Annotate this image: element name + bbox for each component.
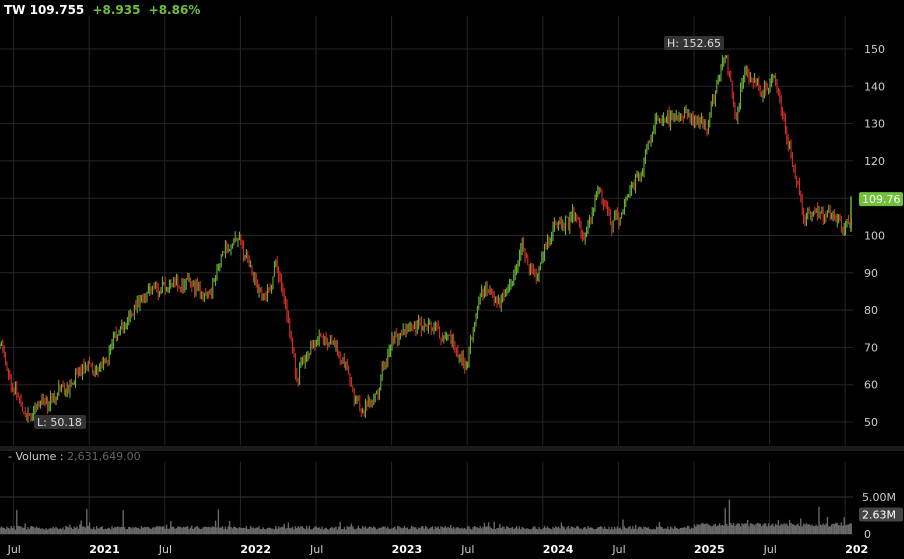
time-tick-label: Jul	[460, 543, 474, 556]
time-tick-label: Jul	[763, 543, 777, 556]
price-tick-label: 90	[864, 267, 878, 280]
time-tick-label: 202	[845, 543, 868, 556]
price-tick-label: 150	[864, 43, 885, 56]
price-tick-label: 50	[864, 416, 878, 429]
price-tick-label: 140	[864, 80, 885, 93]
volume-tick-label: 0	[864, 528, 871, 541]
time-tick-label: Jul	[611, 543, 625, 556]
price-tick-label: 60	[864, 379, 878, 392]
volume-bars	[0, 499, 852, 534]
low-label: L: 50.18	[37, 416, 82, 429]
time-tick-label: 2024	[543, 543, 574, 556]
price-tick-label: 70	[864, 341, 878, 354]
price-tick-label: 80	[864, 304, 878, 317]
time-tick-label: 2021	[89, 543, 120, 556]
time-tick-label: 2023	[392, 543, 423, 556]
price-tick-label: 130	[864, 118, 885, 131]
volume-legend: - Volume : 2,631,649.00	[8, 450, 141, 463]
volume-tick-label: 5.00M	[862, 491, 896, 504]
stock-chart[interactable]: TW 109.755 +8.935 +8.86% 506070809010011…	[0, 0, 904, 559]
volume-legend-value: 2,631,649.00	[67, 450, 141, 463]
time-tick-label: Jul	[158, 543, 172, 556]
high-label: H: 152.65	[667, 37, 721, 50]
last-price-tag-label: 109.76	[862, 193, 901, 206]
time-tick-label: 2022	[240, 543, 271, 556]
time-tick-label: 2025	[694, 543, 725, 556]
candles	[0, 54, 852, 423]
price-tick-label: 120	[864, 155, 885, 168]
last-volume-tag-label: 2.63M	[862, 509, 896, 522]
volume-legend-label: - Volume :	[8, 450, 64, 463]
time-tick-label: Jul	[309, 543, 323, 556]
time-tick-label: Jul	[7, 543, 21, 556]
price-chart-svg[interactable]: 5060708090100110120130140150Jul2021Jul20…	[0, 0, 904, 559]
price-tick-label: 100	[864, 230, 885, 243]
